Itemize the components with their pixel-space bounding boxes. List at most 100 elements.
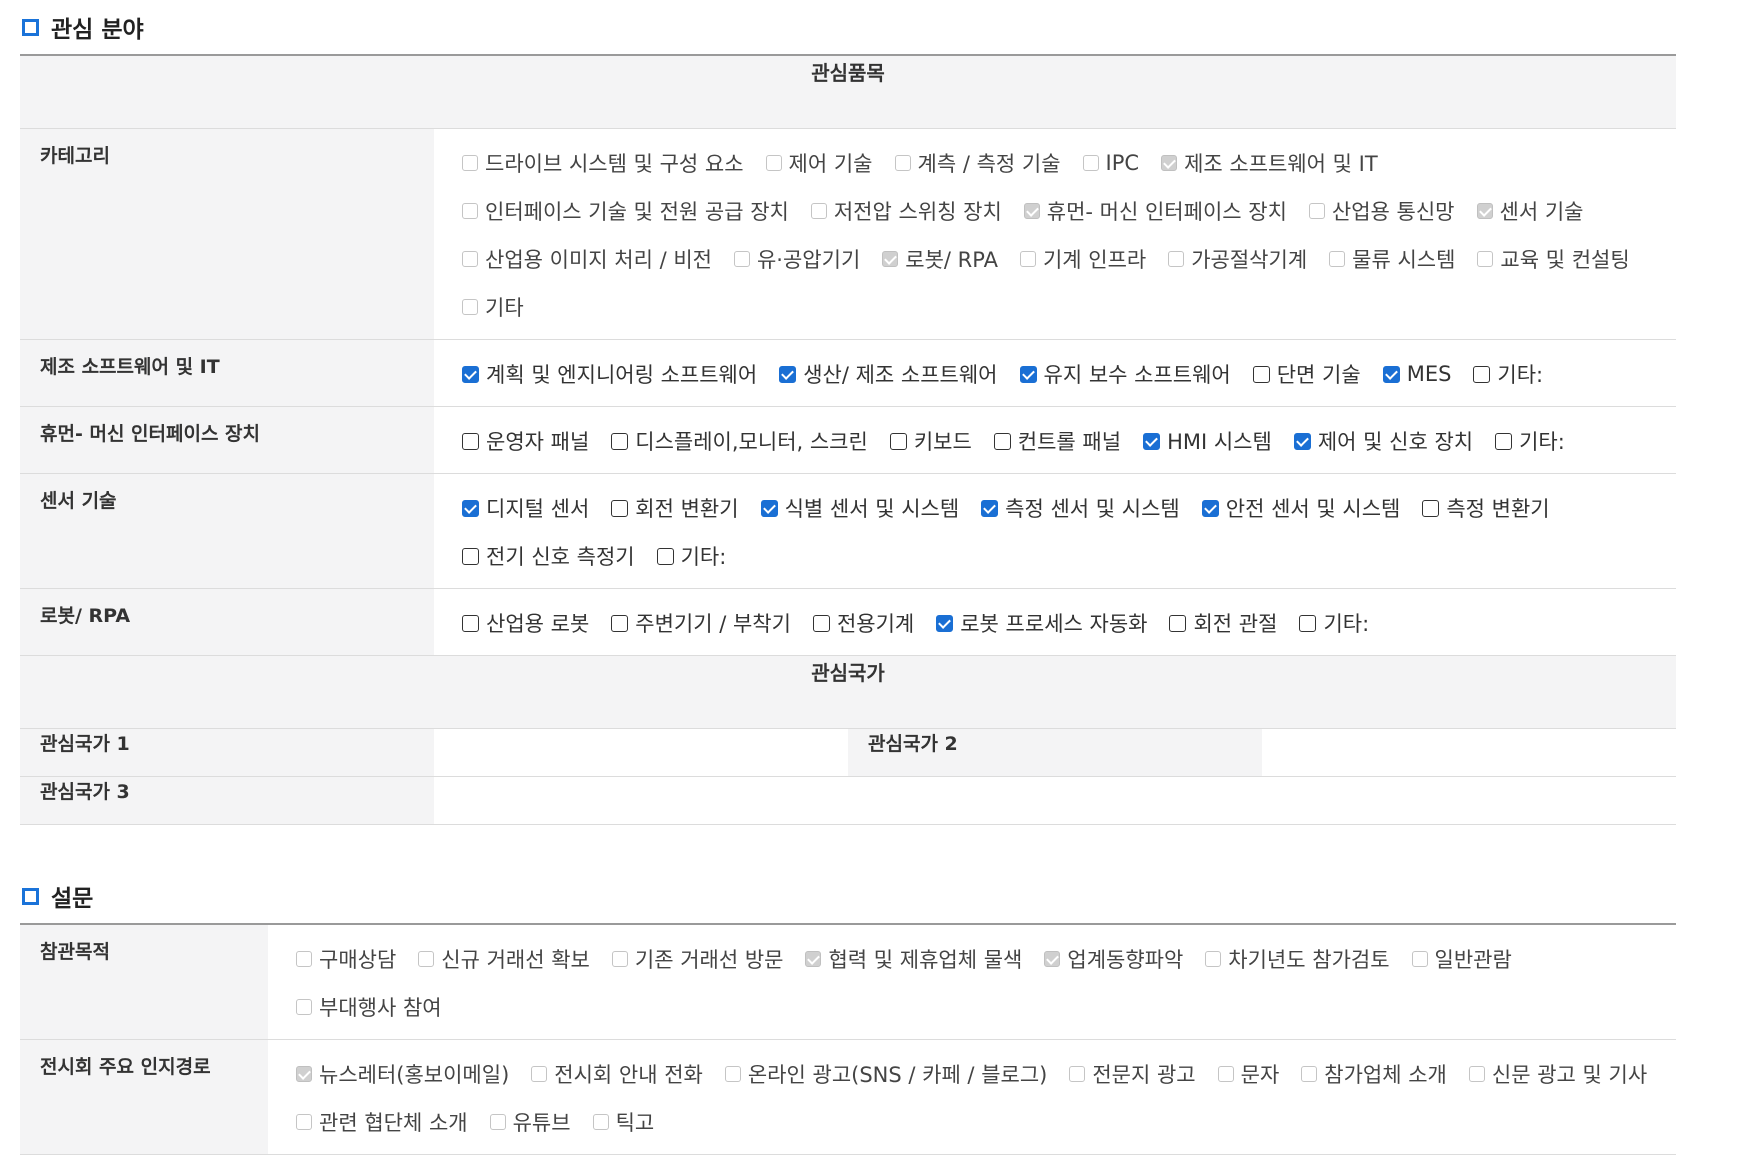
checkbox-checked-icon[interactable] [1476, 203, 1493, 219]
checkbox-icon[interactable] [1495, 432, 1513, 450]
checkbox-option[interactable]: HMI 시스템 [1143, 417, 1272, 465]
checkbox-option[interactable]: 센서 기술 [1476, 187, 1583, 235]
checkbox-checked-icon[interactable] [1201, 499, 1219, 517]
checkbox-option[interactable]: 구매상담 [296, 935, 396, 983]
checkbox-option[interactable]: 제어 기술 [765, 139, 873, 187]
checkbox-icon[interactable] [1468, 1066, 1485, 1082]
checkbox-option[interactable]: 전용기계 [812, 599, 914, 647]
checkbox-icon[interactable] [611, 614, 629, 632]
checkbox-checked-icon[interactable] [779, 365, 797, 383]
checkbox-option[interactable]: 산업용 통신망 [1308, 187, 1455, 235]
checkbox-icon[interactable] [810, 203, 827, 219]
checkbox-option[interactable]: 로봇/ RPA [882, 235, 998, 283]
checkbox-option[interactable]: 전문지 광고 [1069, 1050, 1196, 1098]
checkbox-icon[interactable] [1308, 203, 1325, 219]
checkbox-icon[interactable] [611, 499, 629, 517]
checkbox-icon[interactable] [1205, 951, 1222, 967]
checkbox-checked-icon[interactable] [760, 499, 778, 517]
checkbox-option[interactable]: 유지 보수 소프트웨어 [1019, 350, 1231, 398]
checkbox-option[interactable]: 디스플레이,모니터, 스크린 [611, 417, 868, 465]
checkbox-icon[interactable] [1169, 614, 1187, 632]
checkbox-icon[interactable] [296, 999, 312, 1015]
checkbox-option[interactable]: 차기년도 참가검토 [1205, 935, 1390, 983]
checkbox-option[interactable]: MES [1382, 350, 1451, 398]
checkbox-option[interactable]: 교육 및 컨설팅 [1477, 235, 1630, 283]
checkbox-option[interactable]: 식별 센서 및 시스템 [760, 484, 959, 532]
checkbox-icon[interactable] [812, 614, 830, 632]
checkbox-icon[interactable] [724, 1066, 741, 1082]
checkbox-option[interactable]: 계획 및 엔지니어링 소프트웨어 [462, 350, 757, 398]
checkbox-icon[interactable] [296, 951, 312, 967]
checkbox-option[interactable]: 기타: [656, 532, 726, 580]
checkbox-icon[interactable] [1473, 365, 1491, 383]
checkbox-option[interactable]: 유튜브 [489, 1098, 571, 1146]
checkbox-icon[interactable] [462, 155, 478, 171]
checkbox-option[interactable]: 휴먼- 머신 인터페이스 장치 [1023, 187, 1287, 235]
checkbox-option[interactable]: 측정 변환기 [1422, 484, 1550, 532]
checkbox-icon[interactable] [1217, 1066, 1234, 1082]
checkbox-checked-icon[interactable] [296, 1066, 312, 1082]
checkbox-option[interactable]: 뉴스레터(홍보이메일) [296, 1050, 509, 1098]
checkbox-option[interactable]: 문자 [1217, 1050, 1279, 1098]
checkbox-icon[interactable] [894, 155, 911, 171]
country2-value[interactable] [1262, 728, 1676, 777]
checkbox-option[interactable]: 신문 광고 및 기사 [1468, 1050, 1647, 1098]
checkbox-icon[interactable] [1252, 365, 1270, 383]
checkbox-option[interactable]: 기타: [1495, 417, 1565, 465]
checkbox-option[interactable]: 키보드 [889, 417, 972, 465]
checkbox-checked-icon[interactable] [1382, 365, 1400, 383]
checkbox-option[interactable]: 기타: [1299, 599, 1369, 647]
checkbox-option[interactable]: 관련 협단체 소개 [296, 1098, 468, 1146]
checkbox-icon[interactable] [889, 432, 907, 450]
checkbox-icon[interactable] [489, 1114, 506, 1130]
checkbox-checked-icon[interactable] [981, 499, 999, 517]
checkbox-option[interactable]: 부대행사 참여 [296, 983, 442, 1031]
checkbox-option[interactable]: 전기 신호 측정기 [462, 532, 635, 580]
checkbox-checked-icon[interactable] [1019, 365, 1037, 383]
checkbox-option[interactable]: 산업용 로봇 [462, 599, 589, 647]
checkbox-icon[interactable] [733, 251, 750, 267]
checkbox-option[interactable]: 제어 및 신호 장치 [1293, 417, 1473, 465]
checkbox-icon[interactable] [611, 432, 629, 450]
checkbox-option[interactable]: 회전 관절 [1169, 599, 1277, 647]
checkbox-icon[interactable] [765, 155, 782, 171]
checkbox-icon[interactable] [462, 547, 479, 565]
checkbox-option[interactable]: 기타 [462, 283, 524, 331]
checkbox-option[interactable]: 참가업체 소개 [1301, 1050, 1447, 1098]
checkbox-option[interactable]: 제조 소프트웨어 및 IT [1161, 139, 1378, 187]
checkbox-checked-icon[interactable] [1293, 432, 1311, 450]
checkbox-option[interactable]: 기타: [1473, 350, 1543, 398]
checkbox-option[interactable]: 기계 인프라 [1019, 235, 1146, 283]
checkbox-icon[interactable] [531, 1066, 548, 1082]
checkbox-icon[interactable] [656, 547, 674, 565]
checkbox-checked-icon[interactable] [936, 614, 954, 632]
checkbox-icon[interactable] [296, 1114, 312, 1130]
checkbox-option[interactable]: 단면 기술 [1252, 350, 1361, 398]
checkbox-option[interactable]: 유·공압기기 [733, 235, 860, 283]
checkbox-checked-icon[interactable] [1161, 155, 1178, 171]
checkbox-option[interactable]: 업계동향파악 [1044, 935, 1183, 983]
checkbox-icon[interactable] [1082, 155, 1099, 171]
checkbox-icon[interactable] [1422, 499, 1440, 517]
checkbox-option[interactable]: 일반관람 [1411, 935, 1512, 983]
checkbox-icon[interactable] [462, 614, 479, 632]
checkbox-option[interactable]: 인터페이스 기술 및 전원 공급 장치 [462, 187, 789, 235]
checkbox-icon[interactable] [611, 951, 628, 967]
checkbox-option[interactable]: 저전압 스위칭 장치 [810, 187, 1002, 235]
checkbox-icon[interactable] [993, 432, 1011, 450]
checkbox-option[interactable]: 생산/ 제조 소프트웨어 [779, 350, 998, 398]
checkbox-option[interactable]: IPC [1082, 139, 1139, 187]
checkbox-option[interactable]: 디지털 센서 [462, 484, 589, 532]
checkbox-option[interactable]: 협력 및 제휴업체 물색 [805, 935, 1022, 983]
checkbox-icon[interactable] [1329, 251, 1346, 267]
checkbox-checked-icon[interactable] [462, 365, 479, 383]
checkbox-icon[interactable] [462, 299, 478, 315]
checkbox-icon[interactable] [1411, 951, 1428, 967]
checkbox-icon[interactable] [462, 203, 478, 219]
country1-value[interactable] [434, 728, 848, 777]
checkbox-option[interactable]: 물류 시스템 [1329, 235, 1455, 283]
checkbox-checked-icon[interactable] [462, 499, 479, 517]
checkbox-option[interactable]: 기존 거래선 방문 [611, 935, 783, 983]
checkbox-icon[interactable] [1299, 614, 1317, 632]
checkbox-option[interactable]: 로봇 프로세스 자동화 [936, 599, 1147, 647]
